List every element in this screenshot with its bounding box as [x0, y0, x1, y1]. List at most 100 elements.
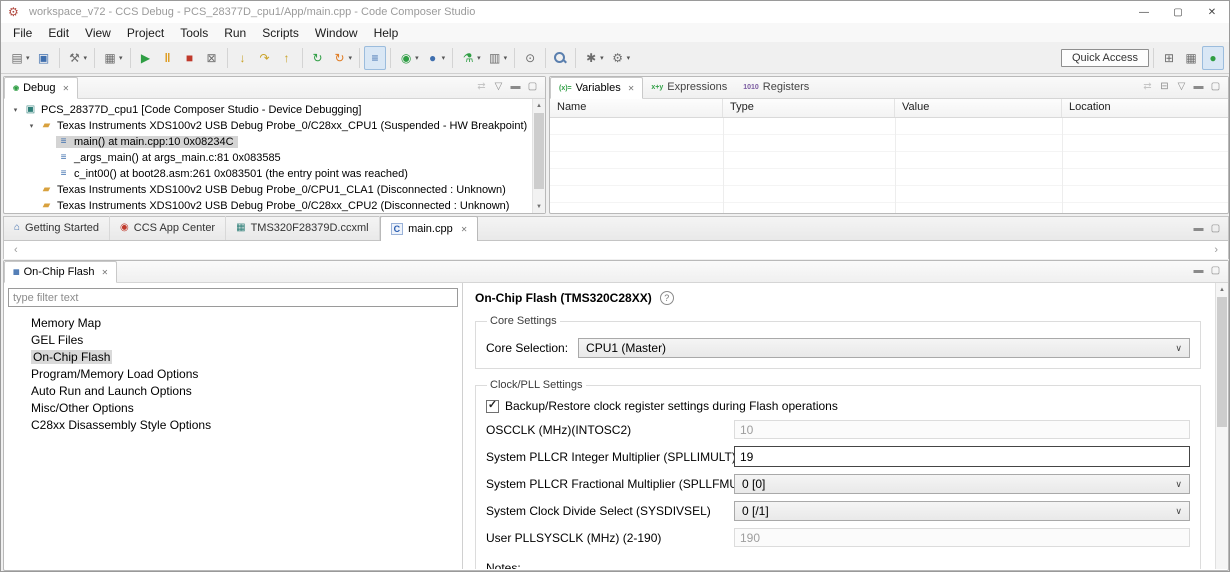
scroll-up-icon[interactable]: ▲: [533, 99, 545, 112]
scroll-down-icon[interactable]: ▼: [533, 200, 545, 213]
spllfmult-select[interactable]: 0 [0] ∨: [734, 474, 1190, 494]
flash-vertical-scrollbar[interactable]: ▲: [1215, 283, 1228, 569]
nav-item-misc-other[interactable]: Misc/Other Options: [4, 400, 462, 417]
tab-ccs-app-center[interactable]: ◉ CCS App Center: [110, 216, 227, 240]
scroll-up-icon[interactable]: ▲: [1216, 283, 1228, 296]
scrollbar-thumb[interactable]: [534, 113, 544, 189]
quick-access-button[interactable]: Quick Access: [1060, 48, 1149, 67]
maximize-panel-icon[interactable]: ▢: [1207, 224, 1224, 234]
chevron-down-icon[interactable]: ▾: [8, 106, 23, 114]
tab-variables[interactable]: (x)= Variables ✕: [550, 77, 644, 99]
link-with-icon[interactable]: ⇄: [473, 82, 490, 92]
minimize-panel-icon[interactable]: ▬: [1190, 266, 1207, 276]
column-header-value[interactable]: Value: [895, 99, 1062, 117]
debug-vertical-scrollbar[interactable]: ▲ ▼: [532, 99, 545, 213]
nav-item-auto-run-launch[interactable]: Auto Run and Launch Options: [4, 383, 462, 400]
menu-edit[interactable]: Edit: [40, 25, 77, 41]
ccs-debug-perspective-button[interactable]: ●: [1202, 45, 1224, 70]
debug-launch-button[interactable]: ◉ ▾: [395, 46, 422, 70]
column-header-location[interactable]: Location: [1062, 99, 1228, 117]
menu-help[interactable]: Help: [366, 25, 407, 41]
menu-run[interactable]: Run: [216, 25, 254, 41]
menu-project[interactable]: Project: [119, 25, 172, 41]
search-button[interactable]: [550, 46, 571, 70]
tree-row-cpu2[interactable]: ▰ Texas Instruments XDS100v2 USB Debug P…: [4, 198, 531, 213]
tree-row-frame-main[interactable]: ≡ main() at main.cpp:10 0x08234C: [4, 134, 531, 150]
maximize-panel-icon[interactable]: ▢: [1207, 266, 1224, 276]
profile-button[interactable]: ⚗ ▾: [457, 46, 484, 70]
view-menu-icon[interactable]: ▽: [490, 82, 507, 92]
nav-item-memory-map[interactable]: Memory Map: [4, 315, 462, 332]
disconnect-button[interactable]: ⊠: [201, 46, 223, 70]
menu-window[interactable]: Window: [307, 25, 366, 41]
scrollbar-thumb[interactable]: [1217, 297, 1227, 427]
spllimult-input[interactable]: [734, 446, 1190, 467]
step-return-button[interactable]: ↑: [276, 46, 298, 70]
chevron-down-icon[interactable]: ▾: [24, 122, 39, 130]
menu-file[interactable]: File: [5, 25, 40, 41]
ccs-edit-perspective-button[interactable]: ▦: [1180, 46, 1202, 70]
close-icon[interactable]: ✕: [461, 225, 468, 234]
tab-getting-started[interactable]: ⌂ Getting Started: [4, 216, 111, 240]
tab-expressions[interactable]: x+y Expressions: [643, 76, 735, 98]
step-over-button[interactable]: ↷: [254, 46, 276, 70]
nav-item-on-chip-flash[interactable]: On-Chip Flash: [4, 349, 462, 366]
maximize-panel-icon[interactable]: ▢: [1207, 82, 1224, 92]
show-logical-structure-icon[interactable]: ⇄: [1139, 82, 1156, 92]
tab-main-cpp[interactable]: C main.cpp ✕: [379, 216, 479, 241]
new-file-button[interactable]: ▤ ▾: [6, 46, 33, 70]
tab-on-chip-flash[interactable]: ▦ On-Chip Flash ✕: [4, 261, 118, 283]
filter-input[interactable]: [8, 288, 458, 307]
external-tools-button[interactable]: ✱ ▾: [580, 46, 607, 70]
step-into-button[interactable]: ↓: [232, 46, 254, 70]
resume-button[interactable]: ▶: [135, 46, 157, 70]
scroll-tabs-left-icon[interactable]: ‹: [14, 244, 18, 256]
close-icon[interactable]: ✕: [628, 84, 635, 93]
sysdivsel-select[interactable]: 0 [/1] ∨: [734, 501, 1190, 521]
column-header-type[interactable]: Type: [723, 99, 895, 117]
tree-row-frame-cint00[interactable]: ≡ c_int00() at boot28.asm:261 0x083501 (…: [4, 166, 531, 182]
close-icon[interactable]: ✕: [102, 268, 109, 277]
settings-button[interactable]: ⚙ ▾: [607, 46, 634, 70]
window-minimize-button[interactable]: —: [1127, 1, 1161, 23]
help-icon[interactable]: ?: [659, 291, 674, 305]
window-close-button[interactable]: ✕: [1195, 1, 1229, 23]
build-button[interactable]: ⚒ ▾: [64, 46, 91, 70]
terminate-button[interactable]: ■: [179, 46, 201, 70]
tab-registers[interactable]: 1010 Registers: [735, 76, 817, 98]
tree-row-frame-argsmain[interactable]: ≡ _args_main() at args_main.c:81 0x08358…: [4, 150, 531, 166]
tab-ccxml[interactable]: ▦ TMS320F28379D.ccxml: [226, 216, 380, 240]
minimize-panel-icon[interactable]: ▬: [507, 82, 524, 92]
refresh-button[interactable]: ↻ ▾: [329, 46, 356, 70]
column-header-name[interactable]: Name: [550, 99, 723, 117]
suspend-button[interactable]: ‖: [157, 46, 179, 70]
nav-item-gel-files[interactable]: GEL Files: [4, 332, 462, 349]
minimize-panel-icon[interactable]: ▬: [1190, 224, 1207, 234]
breakpoint-button[interactable]: ● ▾: [422, 46, 449, 70]
menu-scripts[interactable]: Scripts: [254, 25, 307, 41]
tree-row-cpu1[interactable]: ▾ ▰ Texas Instruments XDS100v2 USB Debug…: [4, 118, 531, 134]
maximize-panel-icon[interactable]: ▢: [524, 82, 541, 92]
nav-item-c28x-disassembly[interactable]: C28xx Disassembly Style Options: [4, 417, 462, 434]
tree-row-cla1[interactable]: ▰ Texas Instruments XDS100v2 USB Debug P…: [4, 182, 531, 198]
collapse-all-icon[interactable]: ⊟: [1156, 82, 1173, 92]
memory-button[interactable]: ▥ ▾: [484, 46, 511, 70]
window-maximize-button[interactable]: ▢: [1161, 1, 1195, 23]
tab-debug[interactable]: ◉ Debug ✕: [4, 77, 79, 99]
view-menu-icon[interactable]: ▽: [1173, 82, 1190, 92]
open-perspective-button[interactable]: ⊞: [1158, 46, 1180, 70]
nav-item-program-memory-load[interactable]: Program/Memory Load Options: [4, 366, 462, 383]
console-button[interactable]: ▦ ▾: [99, 46, 126, 70]
close-icon[interactable]: ✕: [63, 84, 70, 93]
core-selection-select[interactable]: CPU1 (Master) ∨: [578, 338, 1190, 358]
assembly-step-mode-button[interactable]: ≡: [364, 45, 387, 70]
menu-view[interactable]: View: [77, 25, 119, 41]
restart-button[interactable]: ↻: [307, 46, 329, 70]
watch-button[interactable]: ⊙: [519, 46, 541, 70]
backup-restore-checkbox[interactable]: ✓: [486, 399, 499, 413]
scroll-tabs-right-icon[interactable]: ›: [1214, 244, 1218, 256]
tree-row-session[interactable]: ▾ ▣ PCS_28377D_cpu1 [Code Composer Studi…: [4, 102, 531, 118]
menu-tools[interactable]: Tools: [172, 25, 216, 41]
minimize-panel-icon[interactable]: ▬: [1190, 82, 1207, 92]
save-button[interactable]: ▣: [33, 46, 55, 70]
